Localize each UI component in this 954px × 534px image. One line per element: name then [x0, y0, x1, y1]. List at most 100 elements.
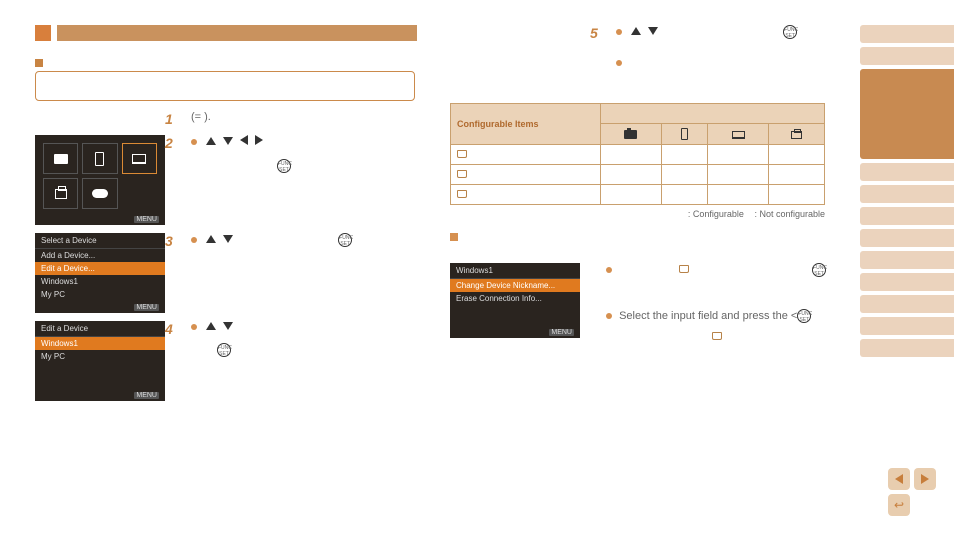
up-arrow-icon: [206, 235, 216, 243]
section-tabs: [860, 25, 954, 361]
list-item: Add a Device...: [35, 249, 165, 262]
side-tab[interactable]: [860, 317, 954, 335]
computer-icon: [732, 131, 745, 139]
return-button[interactable]: ↩: [888, 494, 910, 516]
book-icon: [457, 190, 467, 198]
menu-indicator: MENU: [134, 216, 159, 223]
menu-indicator: MENU: [134, 392, 159, 399]
side-tab[interactable]: [860, 295, 954, 313]
prev-page-button[interactable]: [888, 468, 910, 490]
func-set-icon: FUNC SET: [783, 25, 797, 39]
menu-indicator: MENU: [134, 304, 159, 311]
list-title: Windows1: [450, 263, 580, 279]
table-col-camera: [601, 124, 662, 145]
cloud-icon: [82, 178, 117, 209]
table-col-printer: [768, 124, 824, 145]
down-arrow-icon: [648, 27, 658, 35]
up-arrow-icon: [206, 137, 216, 145]
func-set-icon: FUNC SET: [338, 233, 352, 247]
side-tab[interactable]: [860, 69, 954, 159]
table-row: [451, 145, 601, 165]
bullet-icon: [191, 139, 197, 145]
list-item: Change Device Nickname...: [450, 279, 580, 292]
screenshot-windows1-options: Windows1 Change Device Nickname... Erase…: [450, 263, 580, 338]
heading-marker: [35, 25, 51, 41]
instruction-text: Select the input field and press the <: [619, 310, 797, 322]
up-arrow-icon: [206, 322, 216, 330]
nav-arrows: [204, 321, 235, 333]
side-tab[interactable]: [860, 185, 954, 203]
side-tab[interactable]: [860, 251, 954, 269]
smartphone-icon: [681, 128, 688, 140]
down-arrow-icon: [223, 322, 233, 330]
table-legend: : Configurable : Not configurable: [450, 209, 825, 219]
bullet-icon: [616, 60, 622, 66]
side-tab[interactable]: [860, 207, 954, 225]
screenshot-device-icons: MENU: [35, 135, 165, 225]
book-icon: [712, 332, 722, 340]
camera-icon: [43, 143, 78, 174]
nav-arrows: [204, 234, 235, 246]
bullet-icon: [606, 267, 612, 273]
chevron-right-icon: [921, 474, 929, 484]
table-row: [451, 165, 601, 185]
bullet-icon: [191, 237, 197, 243]
side-tab[interactable]: [860, 25, 954, 43]
next-page-button[interactable]: [914, 468, 936, 490]
side-tab[interactable]: [860, 47, 954, 65]
menu-indicator: MENU: [549, 329, 574, 336]
step-number-1: 1: [165, 111, 173, 127]
table-header-connection: [601, 104, 825, 124]
screenshot-edit-device: Edit a Device Windows1 My PC MENU: [35, 321, 165, 401]
computer-icon: [122, 143, 157, 174]
book-icon: [457, 170, 467, 178]
func-set-icon: FUNC SET: [812, 263, 826, 277]
configurable-items-table: Configurable Items: [450, 103, 825, 205]
book-icon: [679, 265, 689, 273]
book-icon: [457, 150, 467, 158]
callout-box: [35, 71, 415, 101]
smartphone-icon: [82, 143, 117, 174]
subheading-marker: [35, 59, 43, 67]
nav-arrows: [629, 26, 660, 38]
side-tab[interactable]: [860, 229, 954, 247]
bullet-icon: [616, 29, 622, 35]
section-heading: [35, 25, 420, 41]
list-title: Select a Device: [35, 233, 165, 249]
list-item: Windows1: [35, 337, 165, 350]
list-item: Edit a Device...: [35, 262, 165, 275]
step-number-5: 5: [590, 25, 598, 41]
bullet-icon: [606, 313, 612, 319]
up-arrow-icon: [631, 27, 641, 35]
legend-configurable: : Configurable: [688, 209, 744, 219]
screenshot-select-device: Select a Device Add a Device... Edit a D…: [35, 233, 165, 313]
camera-icon: [624, 130, 637, 139]
list-item: My PC: [35, 350, 165, 363]
subsection-marker: [450, 233, 458, 241]
printer-icon: [791, 131, 802, 139]
page-nav: ↩: [876, 468, 936, 516]
step-number-4: 4: [165, 321, 173, 337]
legend-not-configurable: : Not configurable: [754, 209, 825, 219]
table-col-phone: [661, 124, 708, 145]
list-title: Edit a Device: [35, 321, 165, 337]
subheading: [35, 59, 420, 67]
func-set-icon: FUNC SET: [217, 343, 231, 357]
side-tab[interactable]: [860, 339, 954, 357]
step1-text: (= ).: [177, 111, 420, 127]
right-arrow-icon: [255, 135, 263, 145]
return-icon: ↩: [894, 498, 904, 512]
chevron-left-icon: [895, 474, 903, 484]
side-tab[interactable]: [860, 163, 954, 181]
heading-bar: [57, 25, 417, 41]
table-col-computer: [708, 124, 769, 145]
func-set-icon: FUNC SET: [277, 159, 291, 173]
list-item: My PC: [35, 288, 165, 301]
table-row: [451, 185, 601, 205]
left-arrow-icon: [240, 135, 248, 145]
step-number-3: 3: [165, 233, 173, 249]
side-tab[interactable]: [860, 273, 954, 291]
nav-arrows: [204, 135, 265, 148]
func-set-icon: FUNC SET: [797, 309, 811, 323]
table-header-items: Configurable Items: [451, 104, 601, 145]
